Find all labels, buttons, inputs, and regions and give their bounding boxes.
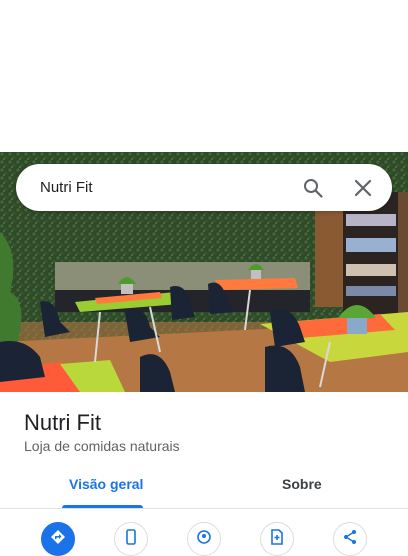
nearby-button[interactable] [187,522,221,556]
tab-about[interactable]: Sobre [282,476,322,492]
close-icon[interactable] [351,176,375,200]
tab-bar: Visão geral Sobre [0,472,408,509]
search-icon[interactable] [301,176,325,200]
tab-overview[interactable]: Visão geral [69,476,143,492]
phone-icon [123,528,139,550]
add-document-icon [269,528,285,550]
share-button[interactable] [333,522,367,556]
action-buttons-row [0,522,408,556]
save-button[interactable] [260,522,294,556]
place-info-panel: Nutri Fit Loja de comidas naturais Visão… [0,392,408,556]
location-pin-icon [196,529,212,550]
search-query-text[interactable]: Nutri Fit [40,179,301,196]
directions-button[interactable] [41,522,75,556]
blank-area [0,0,408,152]
search-bar[interactable]: Nutri Fit [16,164,392,211]
tab-selected-indicator [62,505,143,508]
directions-icon [50,529,66,550]
place-category: Loja de comidas naturais [24,438,180,454]
call-button[interactable] [114,522,148,556]
share-icon [342,529,358,550]
place-title: Nutri Fit [24,410,101,435]
